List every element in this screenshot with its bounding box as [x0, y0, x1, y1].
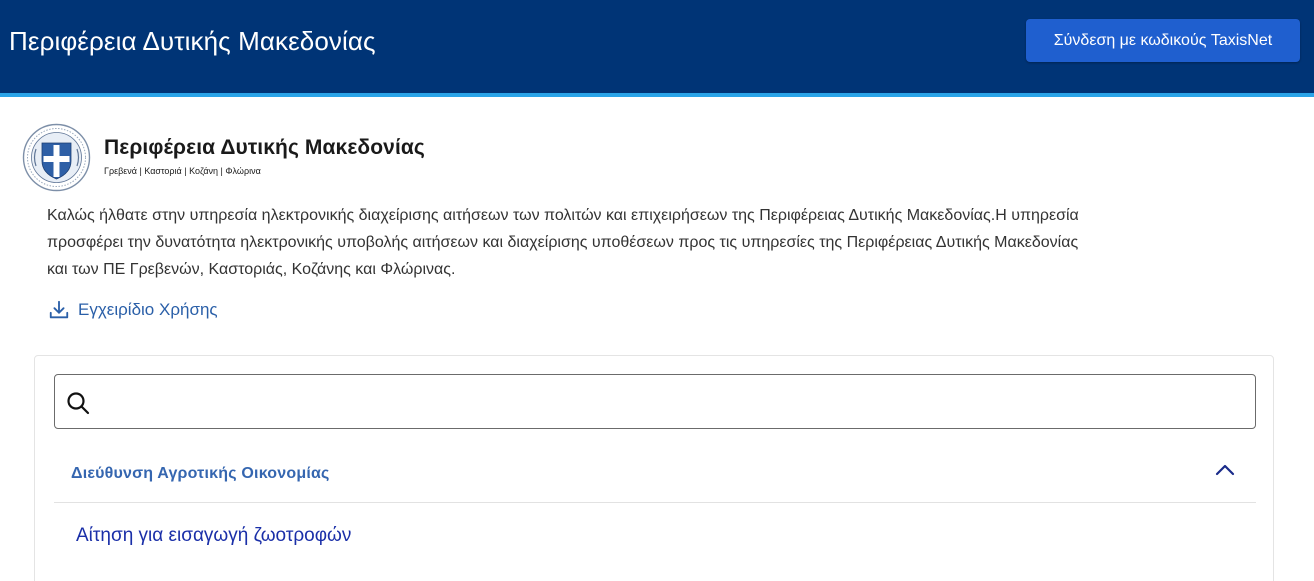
intro-line: προσφέρει την δυνατότητα ηλεκτρονικής υπ… — [47, 234, 1079, 251]
intro-line: και των ΠΕ Γρεβενών, Καστοριάς, Κοζάνης … — [47, 261, 456, 278]
logo-subtitle: Γρεβενά | Καστοριά | Κοζάνη | Φλώρινα — [104, 166, 261, 176]
accordion-header-agricultural-economy[interactable]: Διεύθυνση Αγροτικής Οικονομίας — [54, 453, 1256, 503]
user-manual-label: Εγχειρίδιο Χρήσης — [78, 300, 218, 319]
header-accent-line — [0, 93, 1314, 97]
greek-emblem-icon — [22, 123, 91, 192]
search-box — [54, 374, 1256, 429]
download-icon — [48, 299, 70, 321]
chevron-up-icon[interactable] — [1214, 461, 1236, 479]
intro-text: Καλώς ήλθατε στην υπηρεσία ηλεκτρονικής … — [47, 202, 1287, 283]
user-manual-link[interactable]: Εγχειρίδιο Χρήσης — [48, 297, 218, 323]
services-panel: Διεύθυνση Αγροτικής Οικονομίας Αίτηση γι… — [34, 355, 1274, 581]
region-logo: Περιφέρεια Δυτικής Μακεδονίας Γρεβενά | … — [22, 121, 452, 193]
intro-line: Καλώς ήλθατε στην υπηρεσία ηλεκτρονικής … — [47, 207, 1079, 224]
search-input[interactable] — [101, 383, 1241, 421]
site-header: Περιφέρεια Δυτικής Μακεδονίας Σύνδεση με… — [0, 0, 1314, 93]
accordion-title: Διεύθυνση Αγροτικής Οικονομίας — [71, 465, 330, 482]
search-icon — [67, 392, 90, 415]
logo-title: Περιφέρεια Δυτικής Μακεδονίας — [104, 136, 425, 159]
taxisnet-login-button[interactable]: Σύνδεση με κωδικούς TaxisNet — [1026, 19, 1300, 62]
site-title: Περιφέρεια Δυτικής Μακεδονίας — [9, 26, 376, 56]
service-link-feed-import[interactable]: Αίτηση για εισαγωγή ζωοτροφών — [76, 525, 351, 547]
